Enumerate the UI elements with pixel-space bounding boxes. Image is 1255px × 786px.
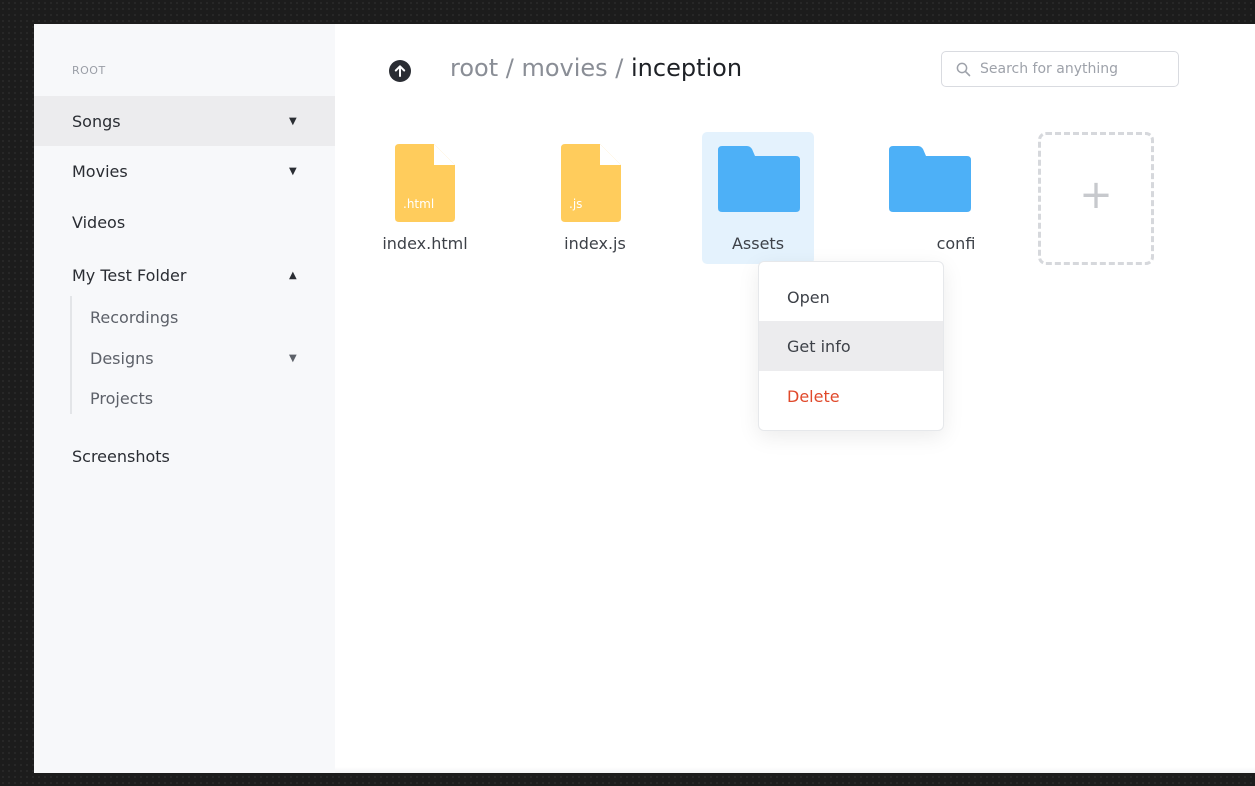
search-box[interactable] — [941, 51, 1179, 87]
file-ext-label: .html — [403, 197, 434, 211]
sidebar-subitem-designs[interactable]: Designs ▼ — [90, 340, 335, 376]
sidebar-item-label: Screenshots — [72, 446, 170, 466]
folder-icon — [889, 146, 971, 212]
breadcrumb-path[interactable]: root / movies / — [450, 54, 631, 82]
sidebar-item-label: My Test Folder — [72, 265, 187, 285]
go-up-button[interactable] — [389, 60, 411, 82]
file-name: index.html — [382, 234, 468, 253]
add-item-button[interactable]: + — [1038, 132, 1154, 265]
folder-item-confi[interactable]: confi — [872, 132, 988, 264]
sidebar-item-label: Songs — [72, 111, 121, 131]
search-input[interactable] — [980, 52, 1170, 86]
context-menu-open[interactable]: Open — [759, 272, 943, 322]
file-name: index.js — [564, 234, 626, 253]
sidebar-item-movies[interactable]: Movies ▼ — [34, 146, 335, 196]
sidebar-item-label: Movies — [72, 161, 128, 181]
breadcrumb-current: inception — [631, 54, 743, 82]
sidebar-subitem-label: Recordings — [90, 307, 179, 327]
sidebar-item-label: Videos — [72, 212, 126, 232]
context-menu-get-info[interactable]: Get info — [759, 321, 943, 371]
file-icon: .html — [395, 144, 455, 222]
search-icon — [956, 62, 971, 77]
folder-name: Assets — [731, 234, 785, 253]
sidebar-item-songs[interactable]: Songs ▼ — [34, 96, 335, 146]
bottom-divider — [335, 767, 1255, 773]
sidebar-item-screenshots[interactable]: Screenshots — [34, 431, 335, 481]
caret-down-icon: ▼ — [289, 115, 297, 127]
sidebar-subitem-projects[interactable]: Projects — [90, 380, 335, 416]
sidebar-subitem-recordings[interactable]: Recordings — [90, 299, 335, 335]
arrow-up-icon — [394, 65, 406, 77]
sidebar-item-my-test-folder[interactable]: My Test Folder ▲ — [34, 250, 335, 300]
breadcrumb: root / movies / inception — [450, 54, 742, 82]
folder-name: confi — [936, 234, 976, 253]
sidebar-subitem-label: Designs — [90, 348, 154, 368]
sidebar-root-label: ROOT — [72, 64, 106, 77]
folder-item-assets[interactable]: Assets — [702, 132, 814, 264]
plus-icon: + — [1079, 172, 1113, 218]
main-content: root / movies / inception .html index.ht… — [335, 24, 1255, 773]
folder-icon — [718, 146, 800, 212]
caret-up-icon: ▲ — [289, 269, 297, 281]
file-item-index-html[interactable]: .html index.html — [367, 132, 483, 264]
caret-down-icon: ▼ — [289, 165, 297, 177]
caret-down-icon: ▼ — [289, 352, 297, 364]
file-item-index-js[interactable]: .js index.js — [537, 132, 653, 264]
sidebar-item-videos[interactable]: Videos — [34, 197, 335, 247]
subfolder-guide-line — [70, 296, 72, 414]
sidebar-subitem-label: Projects — [90, 388, 154, 408]
context-menu-delete[interactable]: Delete — [759, 371, 943, 421]
sidebar: ROOT Songs ▼ Movies ▼ Videos My Test Fol… — [34, 24, 335, 773]
context-menu: Open Get info Delete — [758, 261, 944, 431]
file-ext-label: .js — [569, 197, 582, 211]
file-icon: .js — [561, 144, 621, 222]
file-manager-window: ROOT Songs ▼ Movies ▼ Videos My Test Fol… — [34, 24, 1255, 773]
